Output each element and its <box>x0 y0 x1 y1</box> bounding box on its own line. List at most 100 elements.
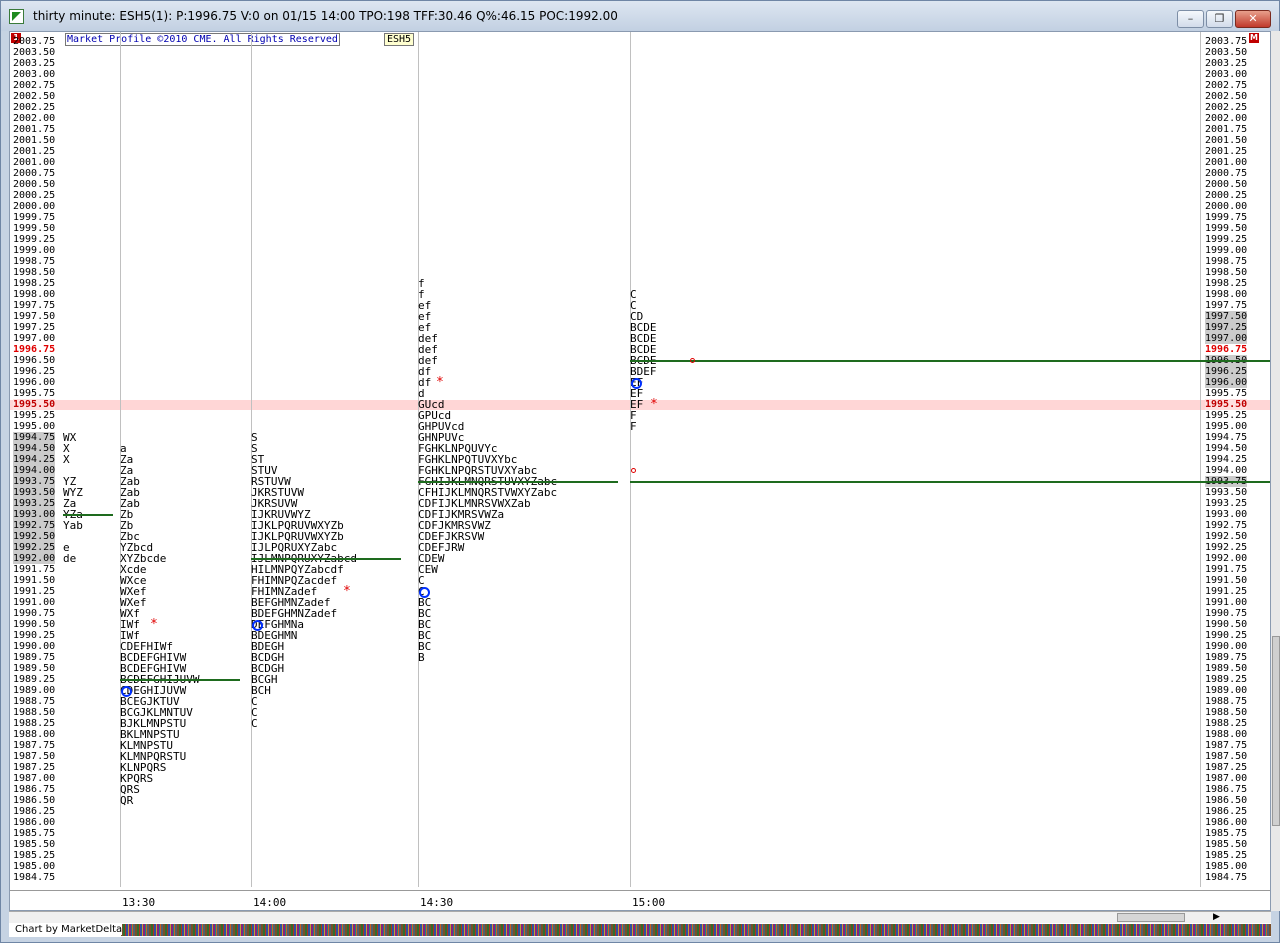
price-tick-right: 1986.00 <box>1205 817 1248 828</box>
price-tick-left: 2001.00 <box>13 157 56 168</box>
price-tick-left: 1998.75 <box>13 256 56 267</box>
horizontal-scroll-thumb[interactable] <box>1117 913 1185 922</box>
price-tick-right: 1989.50 <box>1205 663 1248 674</box>
open-marker-icon <box>631 378 642 389</box>
price-tick-left: 2003.75 <box>13 36 56 47</box>
price-tick-right: 1998.75 <box>1205 256 1248 267</box>
price-tick-left: 1998.00 <box>13 289 56 300</box>
price-tick-right: 1985.75 <box>1205 828 1248 839</box>
price-tick-left: 1999.25 <box>13 234 56 245</box>
minimize-button[interactable]: – <box>1177 10 1204 28</box>
app-icon <box>9 9 24 24</box>
restore-button[interactable]: ❐ <box>1206 10 1233 28</box>
tpo-row: C <box>251 717 258 730</box>
price-tick-left: 2000.00 <box>13 201 56 212</box>
price-tick-left: 1996.25 <box>13 366 56 377</box>
price-tick-right: 1985.25 <box>1205 850 1248 861</box>
price-tick-left: 1999.75 <box>13 212 56 223</box>
price-tick-right: 1994.00 <box>1205 465 1248 476</box>
price-tick-left: 1989.25 <box>13 674 56 685</box>
time-tick: 14:30 <box>420 896 454 909</box>
price-tick-left: 2001.50 <box>13 135 56 146</box>
price-tick-right: 1990.25 <box>1205 630 1248 641</box>
price-dot-icon <box>690 358 695 363</box>
poc-line <box>418 481 618 483</box>
close-button[interactable]: ✕ <box>1235 10 1271 28</box>
price-tick-right: 1993.00 <box>1205 509 1248 520</box>
period-divider <box>630 32 631 887</box>
price-tick-right: 1992.00 <box>1205 553 1248 564</box>
price-tick-left: 1985.25 <box>13 850 56 861</box>
price-tick-right: 1994.75 <box>1205 432 1248 443</box>
price-tick-left: 2002.25 <box>13 102 56 113</box>
price-tick-right: 1987.50 <box>1205 751 1248 762</box>
price-tick-left: 1987.25 <box>13 762 56 773</box>
price-tick-right: 1997.75 <box>1205 300 1248 311</box>
price-tick-right: 1986.50 <box>1205 795 1248 806</box>
price-tick-right: 2003.50 <box>1205 47 1248 58</box>
close-marker-icon: * <box>343 584 351 599</box>
price-tick-right: 1995.00 <box>1205 421 1248 432</box>
price-tick-right: 1990.50 <box>1205 619 1248 630</box>
price-tick-right: 1986.25 <box>1205 806 1248 817</box>
vertical-scroll-thumb[interactable] <box>1272 636 1280 826</box>
price-tick-right: 1992.75 <box>1205 520 1248 531</box>
chart-corner-right-badge[interactable]: M <box>1249 33 1259 43</box>
period-divider <box>1200 32 1201 887</box>
open-marker-icon <box>121 686 132 697</box>
time-tick: 15:00 <box>632 896 666 909</box>
price-tick-left: 1985.00 <box>13 861 56 872</box>
price-tick-left: 2000.75 <box>13 168 56 179</box>
price-tick-right: 1995.75 <box>1205 388 1248 399</box>
price-tick-right: 1989.00 <box>1205 685 1248 696</box>
price-tick-left: 1986.75 <box>13 784 56 795</box>
price-tick-right: 1990.00 <box>1205 641 1248 652</box>
price-tick-left: 1999.50 <box>13 223 56 234</box>
price-tick-right: 1999.25 <box>1205 234 1248 245</box>
price-tick-left: 1989.00 <box>13 685 56 696</box>
price-tick-right: 1988.75 <box>1205 696 1248 707</box>
price-tick-left: 1992.25 <box>13 542 56 553</box>
poc-line <box>120 679 240 681</box>
price-tick-left: 1988.25 <box>13 718 56 729</box>
copyright-banner: Market Profile ©2010 CME. All Rights Res… <box>65 33 340 46</box>
poc-line <box>630 481 1270 483</box>
price-tick-left: 1995.00 <box>13 421 56 432</box>
price-tick-right: 1999.75 <box>1205 212 1248 223</box>
price-tick-right: 2003.75 <box>1205 36 1248 47</box>
vertical-scrollbar[interactable] <box>1271 31 1280 911</box>
price-tick-right: 1998.25 <box>1205 278 1248 289</box>
price-tick-left: 1988.00 <box>13 729 56 740</box>
price-tick-right: 1989.25 <box>1205 674 1248 685</box>
price-tick-left: 2003.25 <box>13 58 56 69</box>
tpo-row: de <box>63 552 77 565</box>
close-marker-icon: * <box>650 397 658 412</box>
price-tick-left: 1985.75 <box>13 828 56 839</box>
price-tick-right: 1988.25 <box>1205 718 1248 729</box>
price-tick-right: 1998.00 <box>1205 289 1248 300</box>
price-tick-left: 1995.75 <box>13 388 56 399</box>
price-tick-left: 2003.00 <box>13 69 56 80</box>
price-tick-left: 1986.25 <box>13 806 56 817</box>
price-tick-left: 1994.50 <box>13 443 56 454</box>
price-tick-left: 1994.75 <box>13 432 56 443</box>
price-tick-right: 1997.50 <box>1205 311 1248 322</box>
price-tick-left: 2001.25 <box>13 146 56 157</box>
title-bar[interactable]: thirty minute: ESH5(1): P:1996.75 V:0 on… <box>1 1 1279 31</box>
time-tick: 14:00 <box>253 896 287 909</box>
poc-line <box>63 514 113 516</box>
price-tick-left: 2002.50 <box>13 91 56 102</box>
price-tick-right: 1994.25 <box>1205 454 1248 465</box>
price-tick-right: 2001.00 <box>1205 157 1248 168</box>
price-tick-left: 2000.50 <box>13 179 56 190</box>
price-tick-left: 1985.50 <box>13 839 56 850</box>
price-tick-right: 1996.75 <box>1205 344 1248 355</box>
market-profile-chart[interactable]: 1 M Market Profile ©2010 CME. All Rights… <box>9 31 1271 911</box>
price-tick-left: 1988.75 <box>13 696 56 707</box>
price-tick-right: 1996.25 <box>1205 366 1248 377</box>
price-tick-right: 2001.50 <box>1205 135 1248 146</box>
price-tick-right: 1987.25 <box>1205 762 1248 773</box>
price-tick-left: 1991.75 <box>13 564 56 575</box>
status-bar: Chart by MarketDelta <box>9 923 1271 937</box>
scroll-right-arrow-icon[interactable]: ▶ <box>1213 912 1220 922</box>
